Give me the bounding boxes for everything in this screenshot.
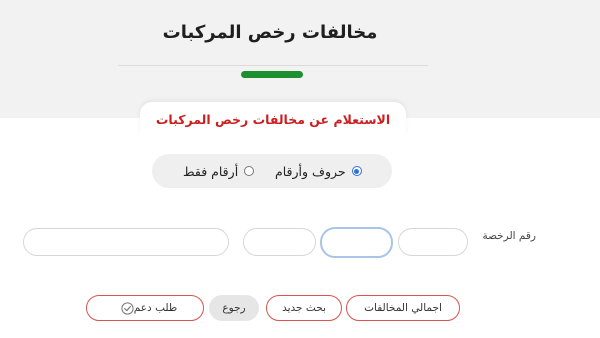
radio-label-numbers-only: أرقام فقط (183, 163, 239, 179)
plate-field-1[interactable] (398, 228, 468, 256)
radio-checked-icon[interactable] (351, 166, 362, 176)
title-divider (118, 65, 428, 66)
check-circle-icon (121, 301, 134, 315)
plate-field-2[interactable] (320, 227, 393, 258)
header-band (0, 0, 600, 118)
radio-label-letters-and-numbers: حروف وأرقام (275, 163, 346, 179)
plate-field-3[interactable] (243, 228, 316, 256)
section-title: الاستعلام عن مخالفات رخص المركبات (155, 112, 391, 127)
license-number-label: رقم الرخصة (482, 230, 536, 242)
title-accent-bar (241, 71, 303, 78)
radio-unchecked-icon[interactable] (244, 166, 255, 176)
total-violations-button[interactable]: اجمالي المخالفات (346, 295, 460, 321)
radio-numbers-only[interactable]: أرقام فقط (183, 163, 255, 179)
page-title: مخالفات رخص المركبات (162, 22, 378, 43)
new-search-button[interactable]: بحث جديد (266, 295, 342, 321)
radio-letters-and-numbers[interactable]: حروف وأرقام (275, 163, 362, 179)
support-request-button[interactable]: طلب دعم (86, 295, 204, 321)
plate-number-field[interactable] (23, 228, 229, 256)
back-button[interactable]: رجوع (209, 295, 259, 321)
support-request-label: طلب دعم (133, 302, 178, 314)
